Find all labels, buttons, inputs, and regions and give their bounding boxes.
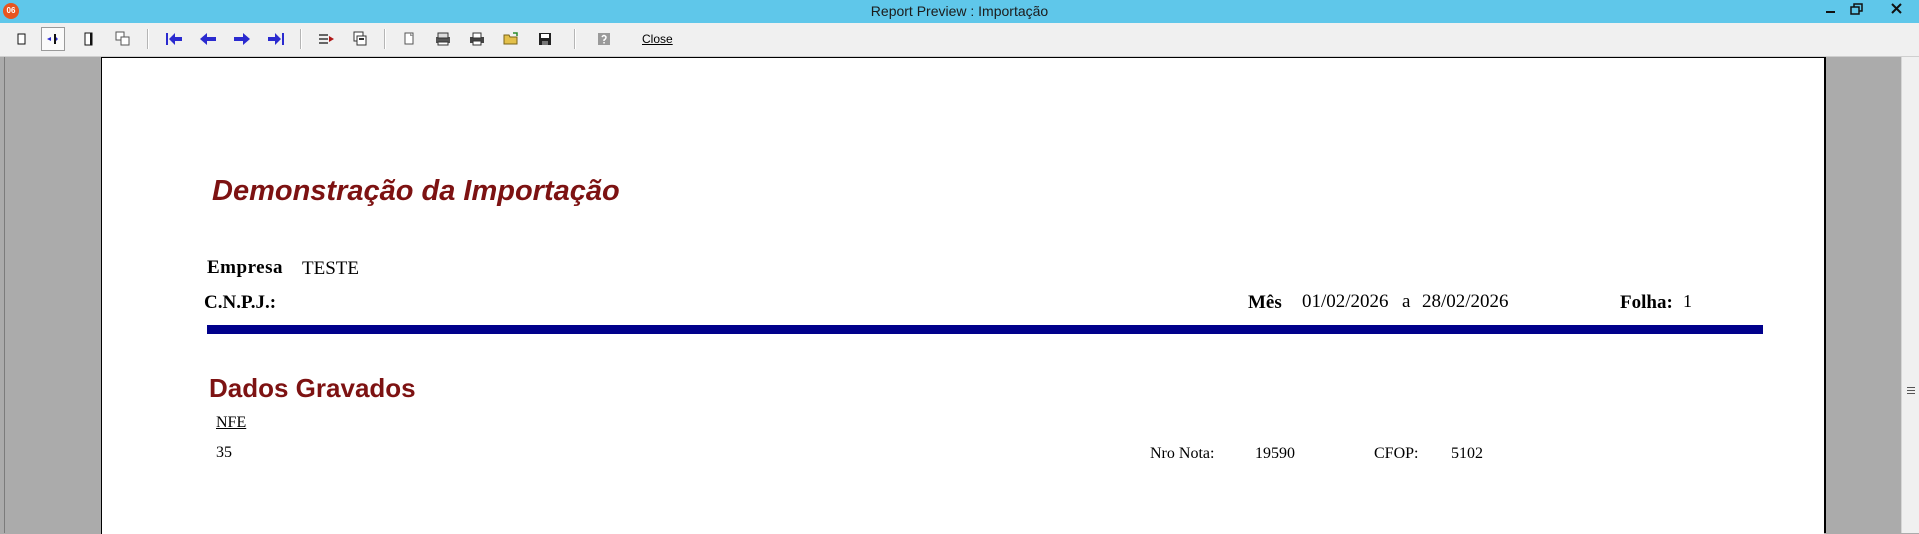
page-width-icon <box>47 34 58 44</box>
toolbar-separator <box>384 29 386 49</box>
previous-page-button[interactable] <box>196 27 220 51</box>
report-title: Demonstração da Importação <box>212 175 620 207</box>
scroll-thumb-grip-icon[interactable] <box>1907 387 1915 396</box>
toolbar: Close <box>0 23 1919 57</box>
save-icon <box>539 33 551 45</box>
header-divider-bar <box>207 325 1763 334</box>
copy-button[interactable] <box>397 27 421 51</box>
help-icon <box>598 33 610 45</box>
multi-page-icon <box>115 31 130 46</box>
goto-page-button[interactable] <box>314 27 338 51</box>
single-page-button[interactable] <box>9 27 33 51</box>
mes-end-date: 28/02/2026 <box>1422 291 1509 312</box>
title-bar: 06 Report Preview : Importação <box>0 0 1919 23</box>
multi-page-button[interactable] <box>111 27 135 51</box>
full-page-icon <box>84 32 93 46</box>
page-width-button[interactable] <box>41 27 65 51</box>
row-code: 35 <box>216 444 232 461</box>
toolbar-separator <box>147 29 149 49</box>
toolbar-separator <box>574 29 576 49</box>
nro-nota-label: Nro Nota: <box>1150 445 1215 462</box>
open-folder-icon <box>503 32 518 45</box>
section-title: Dados Gravados <box>209 373 416 403</box>
thumbnails-icon <box>353 31 367 46</box>
print-setup-button[interactable] <box>431 27 455 51</box>
print-icon <box>470 32 484 46</box>
window-title: Report Preview : Importação <box>870 3 1049 19</box>
previous-page-icon <box>200 33 216 45</box>
toolbar-separator <box>300 29 302 49</box>
next-page-icon <box>234 33 250 45</box>
vertical-scrollbar[interactable] <box>1901 57 1919 533</box>
copy-icon <box>404 32 414 45</box>
first-page-button[interactable] <box>162 27 186 51</box>
help-button[interactable] <box>592 27 616 51</box>
nfe-header: NFE <box>216 414 247 431</box>
restore-button[interactable] <box>1846 0 1868 20</box>
mes-label: Mês <box>1248 292 1282 313</box>
save-button[interactable] <box>533 27 557 51</box>
single-page-icon <box>17 33 26 45</box>
cfop-label: CFOP: <box>1374 445 1419 462</box>
folha-value: 1 <box>1683 291 1692 311</box>
nro-nota-value: 19590 <box>1255 445 1295 462</box>
goto-page-icon <box>319 34 334 44</box>
print-setup-icon <box>436 32 450 46</box>
mes-separator: a <box>1402 291 1411 312</box>
next-page-button[interactable] <box>230 27 254 51</box>
report-page <box>101 57 1824 534</box>
cnpj-label: C.N.P.J.: <box>204 292 277 313</box>
close-icon <box>1891 3 1902 14</box>
print-button[interactable] <box>465 27 489 51</box>
first-page-icon <box>166 33 182 45</box>
empresa-label: Empresa <box>207 257 283 278</box>
minimize-button[interactable] <box>1820 0 1842 20</box>
last-page-button[interactable] <box>264 27 288 51</box>
last-page-icon <box>268 33 284 45</box>
full-page-button[interactable] <box>76 27 100 51</box>
restore-icon <box>1850 3 1863 15</box>
thumbnails-button[interactable] <box>348 27 372 51</box>
empresa-value: TESTE <box>302 258 359 279</box>
cfop-value: 5102 <box>1451 445 1483 462</box>
minimize-icon <box>1826 11 1835 13</box>
mes-start-date: 01/02/2026 <box>1302 291 1389 312</box>
folha-label: Folha: <box>1620 292 1673 313</box>
window-close-button[interactable] <box>1884 0 1910 20</box>
open-button[interactable] <box>499 27 523 51</box>
close-report-button[interactable]: Close <box>642 32 673 46</box>
